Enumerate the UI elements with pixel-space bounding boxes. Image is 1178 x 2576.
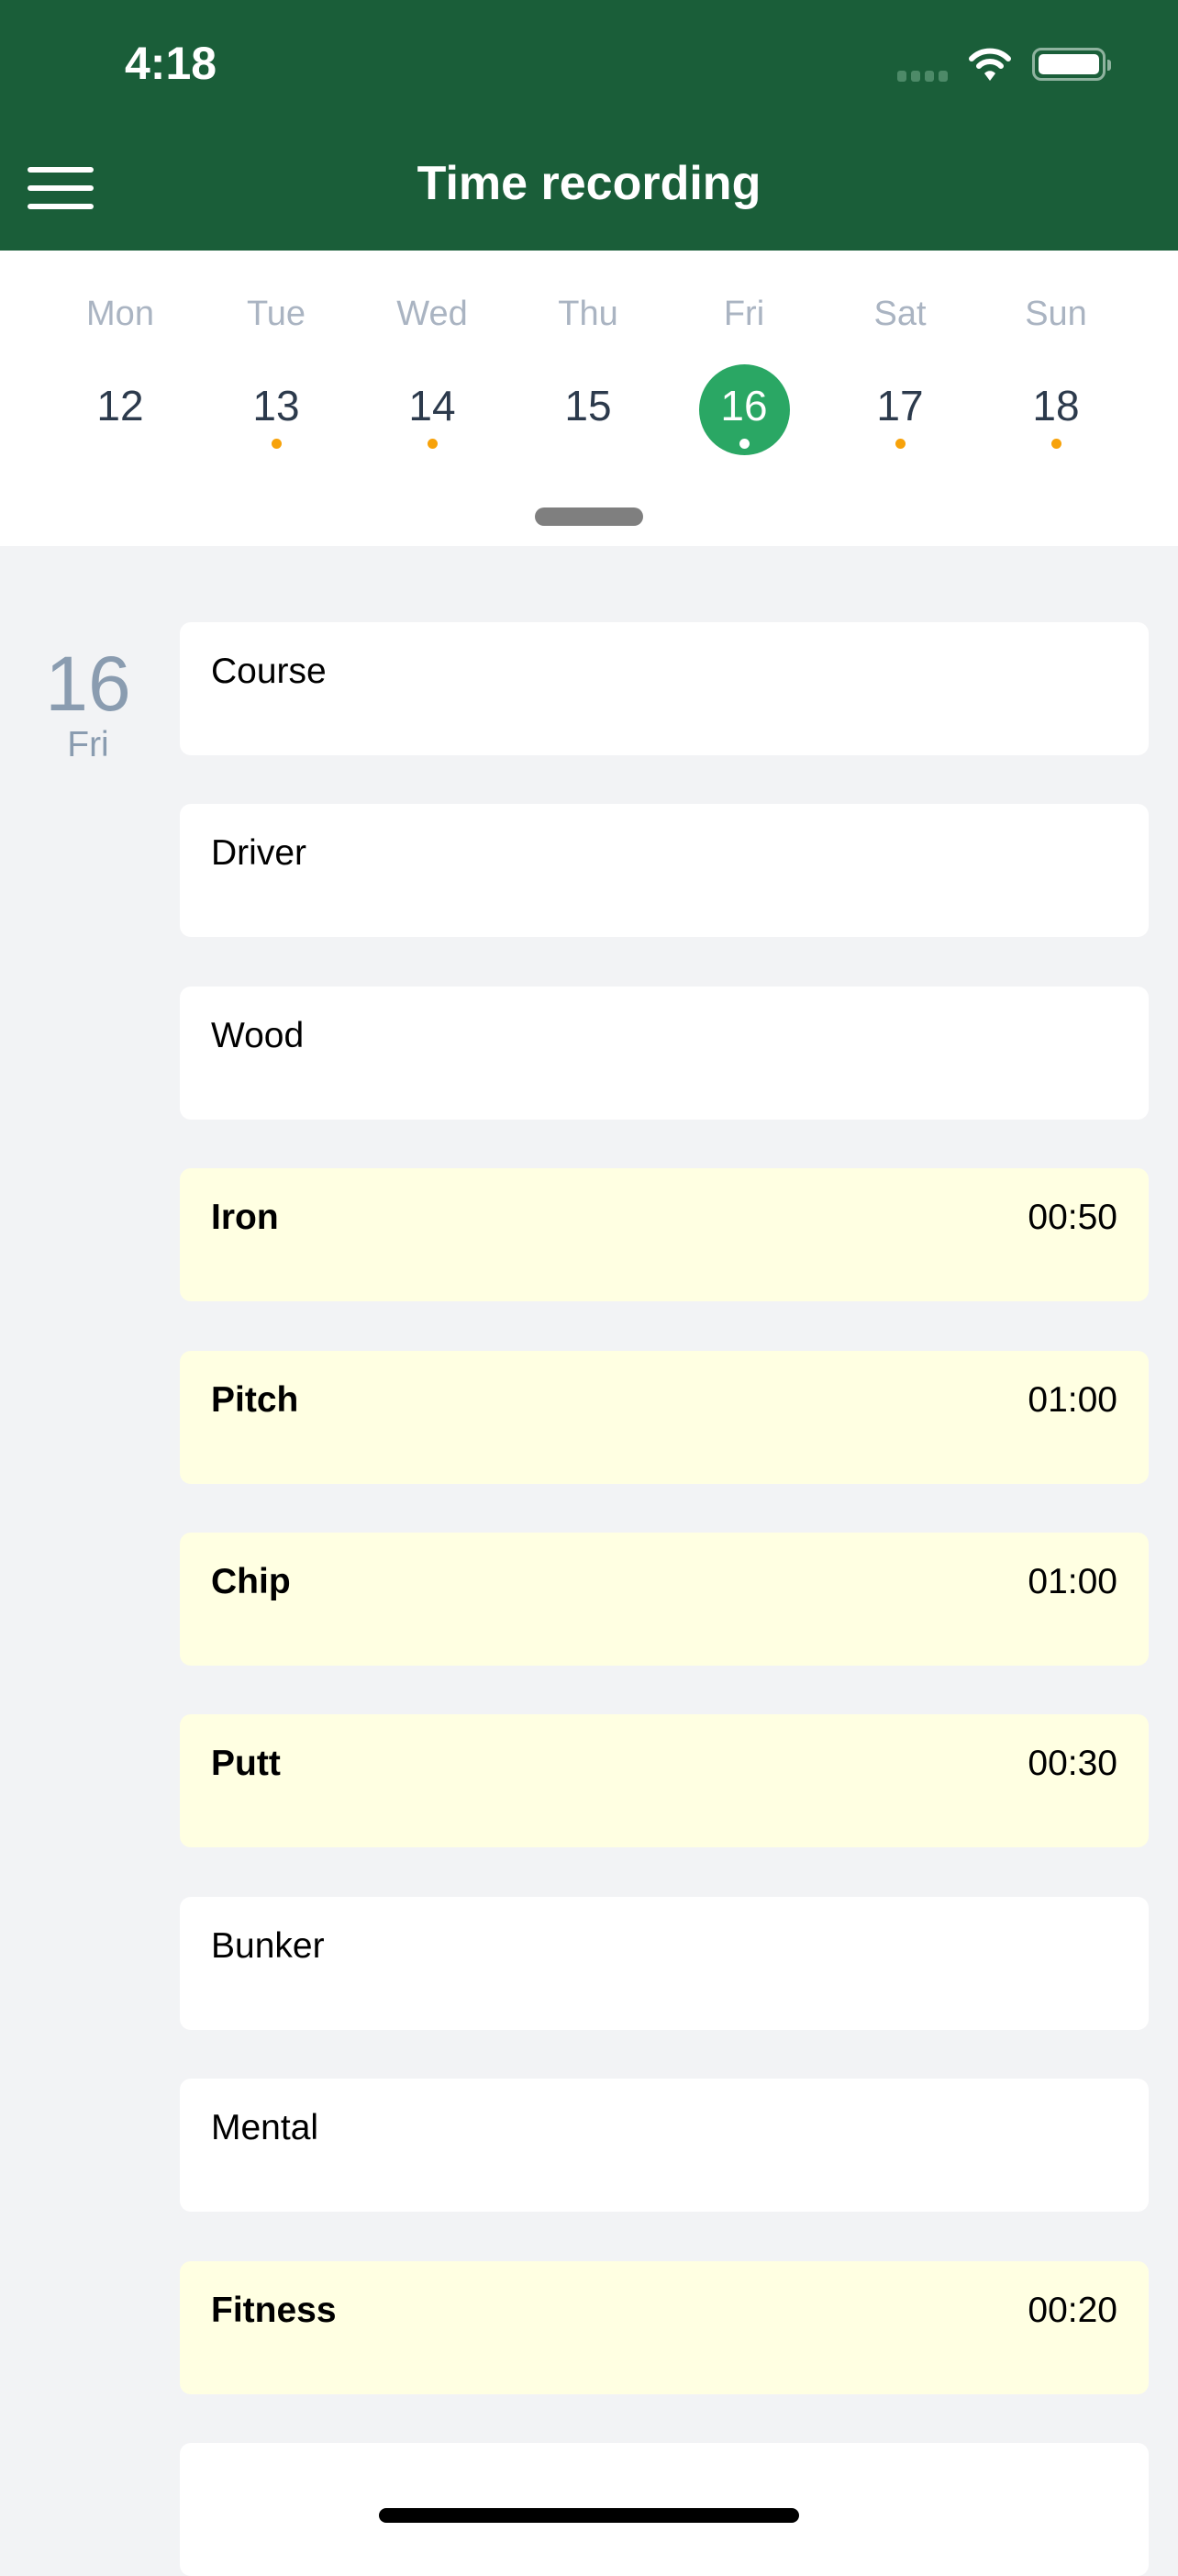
calendar-day-mon[interactable]: Mon 12 xyxy=(42,251,198,489)
entry-indicator-dot xyxy=(428,439,438,449)
activity-label: Chip xyxy=(211,1562,291,1601)
calendar-day-fri[interactable]: Fri 16 xyxy=(666,251,822,489)
day-name: Fri xyxy=(723,295,765,333)
activity-label: Mental xyxy=(211,2108,319,2148)
selected-date-day: Fri xyxy=(67,725,109,764)
activity-label: Fitness xyxy=(211,2290,337,2330)
day-number: 13 xyxy=(252,382,300,429)
activity-card[interactable]: Bunker xyxy=(180,1896,1149,2030)
day-number: 18 xyxy=(1032,382,1080,429)
entry-indicator-dot xyxy=(272,439,282,449)
activity-label: Putt xyxy=(211,1744,281,1784)
home-indicator xyxy=(379,2508,799,2523)
day-number: 15 xyxy=(564,382,612,429)
day-number: 17 xyxy=(876,382,924,429)
activity-duration: 01:00 xyxy=(1028,1379,1117,1420)
day-name: Sun xyxy=(1025,295,1087,333)
calendar-day-tue[interactable]: Tue 13 xyxy=(198,251,354,489)
activity-card[interactable]: Putt 00:30 xyxy=(180,1714,1149,1848)
calendar-day-sat[interactable]: Sat 17 xyxy=(822,251,978,489)
selected-date-number: 16 xyxy=(45,641,131,727)
entry-indicator-dot xyxy=(895,439,906,449)
status-time: 4:18 xyxy=(125,38,217,89)
calendar-drag-handle[interactable] xyxy=(535,507,643,526)
week-calendar: Mon 12 Tue 13 Wed 14 Thu 15 Fri 16 Sat 17 Sun 18 xyxy=(0,251,1178,546)
day-name: Mon xyxy=(86,295,154,333)
calendar-day-thu[interactable]: Thu 15 xyxy=(510,251,666,489)
wifi-icon xyxy=(969,48,1011,81)
activity-card[interactable]: Chip 01:00 xyxy=(180,1533,1149,1666)
activity-card[interactable]: Iron 00:50 xyxy=(180,1168,1149,1302)
day-name: Wed xyxy=(396,295,468,333)
activity-card[interactable]: Fitness 00:20 xyxy=(180,2260,1149,2394)
calendar-day-wed[interactable]: Wed 14 xyxy=(354,251,510,489)
app-header: 4:18 Time recording xyxy=(0,0,1178,251)
activity-duration: 00:50 xyxy=(1028,1198,1117,1238)
selected-date-label: 16 Fri xyxy=(18,642,158,765)
activity-label: Course xyxy=(211,652,327,691)
activity-label: Iron xyxy=(211,1198,279,1238)
activity-card[interactable]: Course xyxy=(180,622,1149,755)
activity-label: Wood xyxy=(211,1015,305,1055)
cellular-signal-icon xyxy=(897,71,948,82)
day-name: Thu xyxy=(558,295,618,333)
day-number: 16 xyxy=(720,382,768,429)
activity-card[interactable]: Driver xyxy=(180,804,1149,938)
activity-duration: 00:30 xyxy=(1028,1744,1117,1784)
day-name: Tue xyxy=(246,295,306,333)
activity-duration: 01:00 xyxy=(1028,1562,1117,1601)
activity-card[interactable]: Mental xyxy=(180,2079,1149,2213)
day-number: 12 xyxy=(96,382,144,429)
entry-indicator-dot xyxy=(1051,439,1061,449)
activity-label: Pitch xyxy=(211,1379,299,1420)
day-number: 14 xyxy=(408,382,456,429)
activity-label: Driver xyxy=(211,833,306,874)
page-title: Time recording xyxy=(417,157,761,210)
battery-icon xyxy=(1032,48,1111,81)
activity-duration: 00:20 xyxy=(1028,2290,1117,2330)
entry-indicator-dot xyxy=(739,439,750,449)
activity-label: Bunker xyxy=(211,1925,325,1966)
activity-card[interactable]: Wood xyxy=(180,986,1149,1120)
activity-card[interactable]: Pitch 01:00 xyxy=(180,1350,1149,1484)
calendar-day-sun[interactable]: Sun 18 xyxy=(978,251,1134,489)
day-name: Sat xyxy=(873,295,927,333)
